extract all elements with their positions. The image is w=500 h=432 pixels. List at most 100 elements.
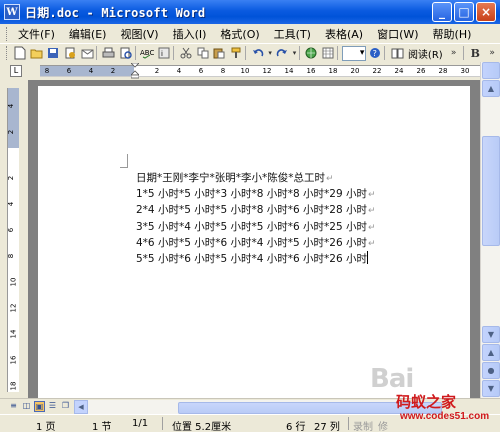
status-page: 1 页 [36,422,56,432]
paragraph-mark-icon: ↵ [326,174,334,184]
menu-table[interactable]: 表格(A) [318,26,370,42]
new-document-icon[interactable] [12,45,28,62]
permission-icon[interactable] [62,45,78,62]
print-icon[interactable] [101,45,117,62]
ruler-number: 18 [328,67,338,75]
close-button[interactable]: × [476,2,496,22]
toolbar-separator [298,46,303,60]
document-line[interactable]: 5*5 小时*6 小时*5 小时*4 小时*6 小时*26 小时 [136,250,376,267]
vertical-ruler-number: 14 [9,329,18,339]
status-position: 位置 5.2厘米 [172,422,232,432]
undo-icon[interactable] [250,45,266,62]
copy-icon[interactable] [195,45,211,62]
ruler-number: 2 [154,67,160,75]
ruler-number: 30 [460,67,470,75]
watermark-url: www.codes51.com [400,411,490,422]
table-icon[interactable] [320,45,336,62]
print-preview-icon[interactable] [118,45,134,62]
scroll-up-arrow-icon[interactable]: ▲ [482,80,500,97]
outline-view-icon[interactable]: ☰ [47,401,58,412]
indent-marker-icon[interactable] [130,62,140,79]
help-icon[interactable]: ? [367,45,383,62]
document-line[interactable]: 3*5 小时*4 小时*5 小时*5 小时*6 小时*25 小时↵ [136,219,376,235]
ruler-number: 8 [220,67,226,75]
research-icon[interactable]: i [156,45,172,62]
document-line[interactable]: 4*6 小时*5 小时*6 小时*4 小时*5 小时*26 小时↵ [136,235,376,251]
ruler-number: 16 [306,67,316,75]
menu-and-toolbar: 文件(F) 编辑(E) 视图(V) 插入(I) 格式(O) 工具(T) 表格(A… [0,24,500,62]
read-mode-button[interactable]: 阅读(R) [406,46,445,61]
web-view-icon[interactable]: ◫ [21,401,32,412]
document-area: 日期*王刚*李宁*张明*李小*陈俊*总工时↵ 1*5 小时*5 小时*3 小时*… [28,80,480,406]
hyperlink-icon[interactable] [304,45,320,62]
scroll-left-arrow-icon[interactable]: ◀ [74,400,88,414]
undo-dropdown-icon[interactable]: ▾ [267,45,274,62]
formatting-overflow-icon[interactable]: » [484,45,500,62]
vertical-ruler[interactable]: 4 2 2 4 6 8 10 12 14 16 18 [7,88,19,392]
menu-tools[interactable]: 工具(T) [267,26,318,42]
document-line[interactable]: 2*4 小时*5 小时*5 小时*8 小时*6 小时*28 小时↵ [136,202,376,218]
horizontal-scroll-track[interactable] [88,400,442,414]
menu-help[interactable]: 帮助(H) [426,26,479,42]
vertical-ruler-number: 12 [9,303,18,313]
watermark-bai: Bai [370,364,414,394]
menu-format[interactable]: 格式(O) [213,26,266,42]
zoom-dropdown[interactable]: ▾ [342,45,367,61]
menu-view[interactable]: 视图(V) [113,26,165,42]
save-icon[interactable] [46,45,62,62]
vertical-ruler-number: 2 [7,129,16,135]
vertical-ruler-number: 4 [7,103,16,109]
maximize-button[interactable]: □ [454,2,474,22]
horizontal-ruler-area: L 8 6 4 2 2 4 6 8 10 12 14 16 18 20 22 24 26 28 30 [0,62,500,80]
format-painter-icon[interactable] [228,45,244,62]
ruler-left-margin [40,66,134,76]
redo-dropdown-icon[interactable]: ▾ [291,45,298,62]
email-icon[interactable] [79,45,95,62]
previous-page-icon[interactable]: ▲ [482,344,500,361]
toolbar-grip[interactable] [6,46,9,60]
spelling-icon[interactable]: ABC [139,45,155,62]
normal-view-icon[interactable]: ≡ [8,401,19,412]
paragraph-mark-icon: ↵ [367,206,376,217]
menu-insert[interactable]: 插入(I) [166,26,214,42]
paragraph-mark-icon: ↵ [367,222,376,233]
document-body[interactable]: 日期*王刚*李宁*张明*李小*陈俊*总工时↵ 1*5 小时*5 小时*3 小时*… [136,170,376,267]
print-layout-view-icon[interactable]: ▣ [34,401,45,412]
site-watermark: Bai 码蚁之家 www.codes51.com [370,364,498,430]
split-handle[interactable] [482,62,500,79]
toolbar-separator [337,46,341,60]
svg-text:i: i [161,50,163,58]
horizontal-ruler[interactable]: 8 6 4 2 2 4 6 8 10 12 14 16 18 20 22 24 26 28 30 [40,62,480,79]
document-line[interactable]: 1*5 小时*5 小时*3 小时*8 小时*8 小时*29 小时↵ [136,186,376,202]
toolbar-separator [245,46,249,60]
vertical-ruler-number: 10 [9,277,18,287]
vertical-ruler-top-margin [8,88,19,148]
status-divider [348,417,349,430]
document-line[interactable]: 日期*王刚*李宁*张明*李小*陈俊*总工时↵ [136,170,376,186]
ruler-number: 24 [394,67,404,75]
bold-button[interactable]: B [467,45,483,62]
svg-text:ABC: ABC [140,49,154,57]
minimize-button[interactable]: _ [432,2,452,22]
redo-icon[interactable] [274,45,290,62]
reading-view-icon[interactable]: ❐ [60,401,71,412]
word-icon: W [4,4,20,20]
menu-edit[interactable]: 编辑(E) [62,26,114,42]
toolbar-overflow-icon[interactable]: » [446,45,462,62]
read-mode-icon[interactable] [389,45,405,62]
cut-icon[interactable] [178,45,194,62]
menu-file[interactable]: 文件(F) [11,26,62,42]
vertical-scrollbar[interactable]: ▲ ▼ ▲ ● ▼ [480,62,500,398]
vertical-ruler-area: 4 2 2 4 6 8 10 12 14 16 18 [0,80,28,398]
ruler-number: 12 [262,67,272,75]
paste-icon[interactable] [212,45,228,62]
tab-stop-selector[interactable]: L [10,65,22,77]
open-folder-icon[interactable] [29,45,45,62]
vertical-ruler-number: 2 [7,175,16,181]
ruler-number: 8 [44,67,50,75]
document-page[interactable]: 日期*王刚*李宁*张明*李小*陈俊*总工时↵ 1*5 小时*5 小时*3 小时*… [38,86,470,406]
menu-grip[interactable] [6,26,9,41]
vertical-scroll-thumb[interactable] [482,136,500,246]
menu-window[interactable]: 窗口(W) [370,26,425,42]
scroll-down-arrow-icon[interactable]: ▼ [482,326,500,343]
